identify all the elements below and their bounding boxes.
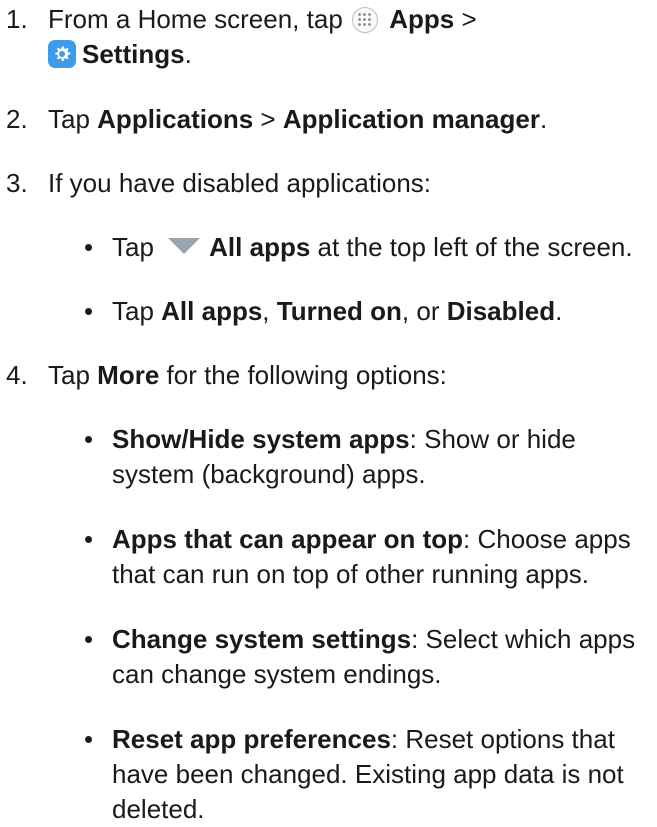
step-2: 2. Tap Applications > Application manage… [6, 102, 653, 137]
bullet-dot: • [84, 624, 94, 654]
list-item: • Apps that can appear on top: Choose ap… [84, 524, 631, 589]
bullet-dot: • [84, 724, 94, 754]
step-text: Tap Applications > Application manager. [48, 104, 548, 134]
list-item: • Reset app preferences: Reset options t… [84, 724, 624, 824]
list-item: • Change system settings: Select which a… [84, 624, 636, 689]
instructions-document: 1. From a Home screen, tap Apps > Setting… [0, 0, 657, 824]
step-number: 1. [6, 4, 28, 34]
apps-grid-icon [352, 7, 378, 33]
list-item: • Tap All apps, Turned on, or Disabled. [84, 294, 653, 329]
step-number: 2. [6, 104, 28, 134]
bullet-dot: • [84, 424, 94, 454]
step-1: 1. From a Home screen, tap Apps > Setting… [6, 2, 653, 72]
settings-gear-icon [48, 40, 76, 68]
list-item: • Tap All apps at the top left of the sc… [84, 230, 653, 265]
bullet-dot: • [84, 296, 94, 326]
bullet-dot: • [84, 524, 94, 554]
dropdown-triangle-icon [167, 230, 201, 254]
step-text: Tap More for the following options: [48, 360, 447, 390]
step-text: From a Home screen, tap Apps > Settings. [48, 4, 477, 69]
bullet-dot: • [84, 232, 94, 262]
step-number: 3. [6, 168, 28, 198]
step-number: 4. [6, 360, 28, 390]
step-4: 4. Tap More for the following options: [6, 358, 653, 393]
list-item: • Show/Hide system apps: Show or hide sy… [84, 424, 576, 489]
step-text: If you have disabled applications: [48, 168, 432, 198]
step-3: 3. If you have disabled applications: [6, 166, 653, 201]
